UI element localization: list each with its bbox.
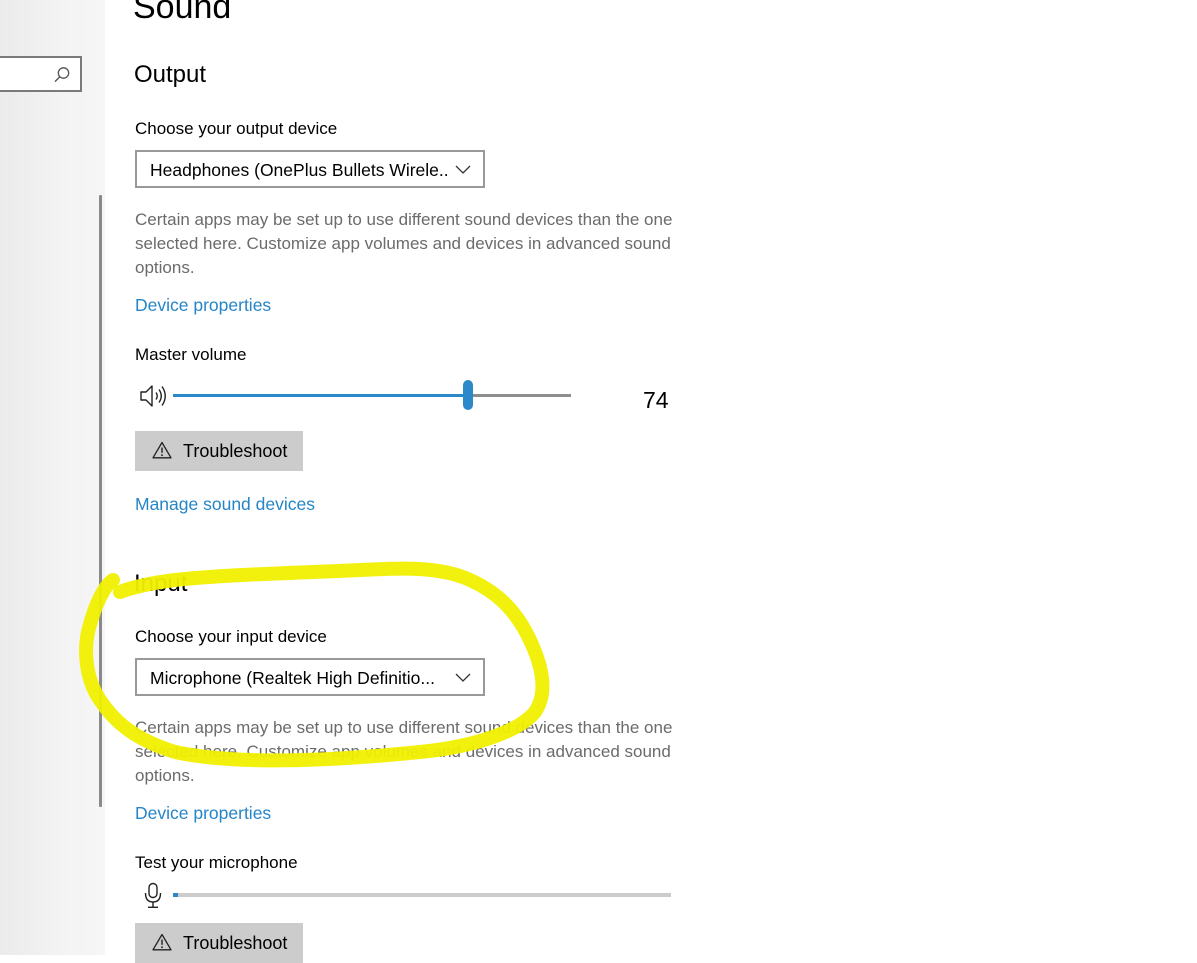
speaker-icon[interactable] [139, 383, 169, 409]
output-troubleshoot-label: Troubleshoot [183, 441, 288, 461]
output-device-properties-link[interactable]: Device properties [135, 295, 271, 316]
sidebar-scrollbar[interactable] [99, 195, 102, 807]
chevron-down-icon [455, 673, 471, 682]
input-troubleshoot-button[interactable]: Troubleshoot [135, 923, 303, 963]
volume-track [467, 394, 571, 397]
input-device-label: Choose your input device [135, 627, 327, 646]
input-device-properties-link[interactable]: Device properties [135, 803, 271, 824]
output-heading: Output [134, 61, 207, 88]
settings-sidebar [0, 0, 105, 955]
test-microphone-label: Test your microphone [135, 853, 298, 872]
warning-icon [152, 441, 172, 459]
input-heading: Input [134, 570, 188, 597]
volume-value: 74 [643, 387, 669, 413]
input-device-value: Microphone (Realtek High Definitio... [150, 668, 435, 688]
output-device-select[interactable]: Headphones (OnePlus Bullets Wirele... [135, 150, 485, 188]
search-icon[interactable] [52, 65, 72, 85]
output-device-label: Choose your output device [135, 119, 338, 138]
output-device-value: Headphones (OnePlus Bullets Wirele... [150, 160, 450, 180]
settings-search-input[interactable] [0, 56, 82, 92]
mic-level-fill [173, 893, 178, 897]
microphone-icon [144, 882, 162, 908]
input-device-select[interactable]: Microphone (Realtek High Definitio... [135, 658, 485, 696]
chevron-down-icon [455, 165, 471, 174]
volume-thumb[interactable] [462, 380, 473, 410]
output-description: Certain apps may be set up to use differ… [135, 210, 673, 277]
warning-icon [152, 933, 172, 951]
input-troubleshoot-label: Troubleshoot [183, 933, 288, 953]
mic-level-track [173, 893, 671, 897]
input-description: Certain apps may be set up to use differ… [135, 718, 673, 785]
volume-fill [173, 394, 468, 397]
master-volume-label: Master volume [135, 345, 247, 364]
output-troubleshoot-button[interactable]: Troubleshoot [135, 431, 303, 471]
page-title: Sound [133, 0, 232, 26]
manage-sound-devices-link[interactable]: Manage sound devices [135, 494, 315, 515]
